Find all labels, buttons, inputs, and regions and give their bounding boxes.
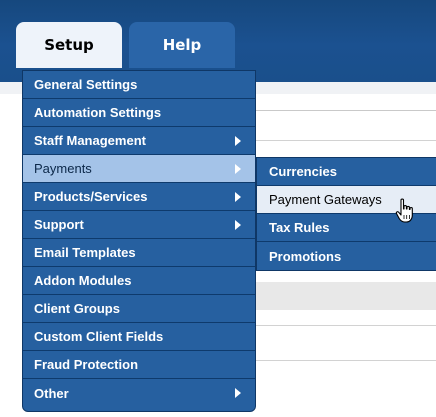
menu-item-general-settings[interactable]: General Settings <box>23 71 255 99</box>
background-divider <box>255 325 436 326</box>
setup-dropdown-menu: General Settings Automation Settings Sta… <box>22 70 256 412</box>
menu-item-products-services[interactable]: Products/Services <box>23 183 255 211</box>
background-divider <box>255 360 436 361</box>
menu-item-fraud-protection[interactable]: Fraud Protection <box>23 351 255 379</box>
background-divider <box>255 140 436 141</box>
admin-page: Setup Help General Settings Automation S… <box>0 0 436 417</box>
tab-setup[interactable]: Setup <box>16 22 122 68</box>
menu-item-label: Automation Settings <box>34 105 162 120</box>
menu-item-label: Support <box>34 217 84 232</box>
submenu-item-label: Payment Gateways <box>269 192 382 207</box>
tab-help-label: Help <box>162 36 202 54</box>
menu-item-label: Addon Modules <box>34 273 132 288</box>
menu-item-email-templates[interactable]: Email Templates <box>23 239 255 267</box>
menu-item-label: Payments <box>34 161 92 176</box>
menu-item-automation-settings[interactable]: Automation Settings <box>23 99 255 127</box>
menu-item-client-groups[interactable]: Client Groups <box>23 295 255 323</box>
menu-item-support[interactable]: Support <box>23 211 255 239</box>
menu-item-label: Products/Services <box>34 189 148 204</box>
submenu-item-label: Tax Rules <box>269 220 330 235</box>
tab-help[interactable]: Help <box>129 22 235 68</box>
submenu-item-promotions[interactable]: Promotions <box>257 242 436 270</box>
submenu-arrow-icon <box>235 135 241 146</box>
submenu-item-label: Promotions <box>269 248 342 264</box>
menu-item-label: Custom Client Fields <box>34 329 164 344</box>
submenu-arrow-icon <box>235 191 241 202</box>
menu-item-label: General Settings <box>34 77 138 92</box>
menu-item-addon-modules[interactable]: Addon Modules <box>23 267 255 295</box>
menu-item-custom-client-fields[interactable]: Custom Client Fields <box>23 323 255 351</box>
tab-setup-label: Setup <box>44 36 94 54</box>
hand-pointer-cursor-icon <box>395 198 413 223</box>
menu-item-other[interactable]: Other <box>23 379 255 407</box>
submenu-arrow-icon <box>235 163 241 174</box>
submenu-arrow-icon <box>235 219 241 230</box>
menu-item-label: Fraud Protection <box>34 357 139 372</box>
menu-item-label: Staff Management <box>34 133 146 148</box>
menu-item-label: Client Groups <box>34 301 120 316</box>
submenu-arrow-icon <box>235 388 241 398</box>
background-band <box>255 282 436 310</box>
menu-item-payments[interactable]: Payments <box>23 155 255 183</box>
menu-item-label: Email Templates <box>34 245 136 260</box>
menu-item-staff-management[interactable]: Staff Management <box>23 127 255 155</box>
submenu-item-currencies[interactable]: Currencies <box>257 158 436 186</box>
menu-item-label: Other <box>34 385 69 401</box>
submenu-item-label: Currencies <box>269 164 337 179</box>
